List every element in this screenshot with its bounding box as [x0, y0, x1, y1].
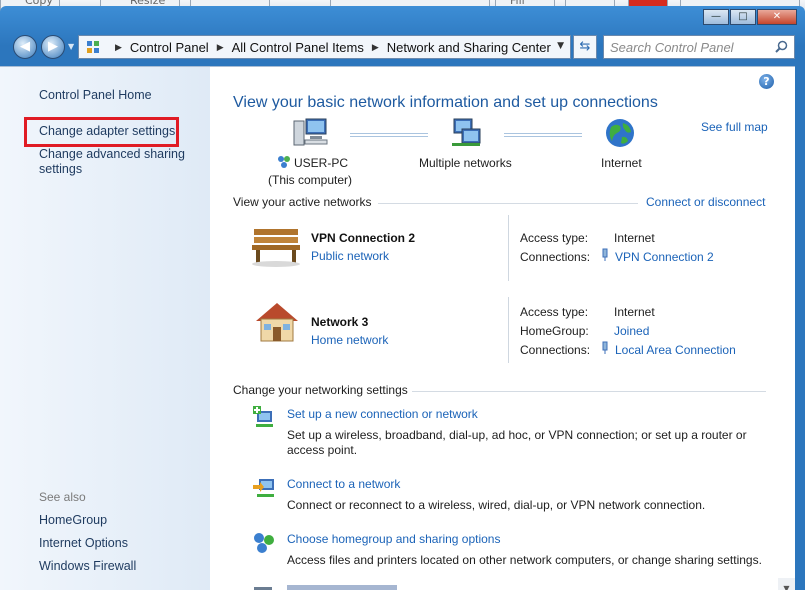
map-connector-line [350, 133, 428, 137]
window-controls: — □ ✕ [702, 9, 797, 25]
help-icon[interactable]: ? [759, 74, 774, 89]
scroll-down-icon[interactable]: ▼ [778, 578, 795, 590]
connections-label: Connections: [520, 343, 591, 357]
address-dropdown-icon[interactable]: ▼ [557, 41, 564, 51]
content-area: Control Panel Home Change adapter settin… [0, 66, 795, 590]
refresh-button[interactable]: ⇆ [573, 35, 597, 59]
computer-name: USER-PC [294, 156, 349, 170]
internet-label: Internet [601, 156, 642, 170]
address-bar[interactable]: ▶ Control Panel ▶ All Control Panel Item… [78, 35, 571, 59]
network-category-link[interactable]: Public network [311, 249, 389, 263]
minimize-button[interactable]: — [703, 9, 729, 25]
recent-pages-dropdown-icon[interactable]: ▼ [68, 42, 74, 51]
network-category-link[interactable]: Home network [311, 333, 388, 347]
connect-or-disconnect-link[interactable]: Connect or disconnect [646, 195, 765, 209]
setup-new-connection-link[interactable]: Set up a new connection or network [287, 407, 478, 421]
back-button[interactable]: ◀ [13, 35, 37, 59]
see-also-heading: See also [39, 490, 86, 504]
breadcrumb-control-panel[interactable]: Control Panel [130, 40, 209, 55]
park-bench-icon [250, 223, 302, 270]
connect-network-icon [252, 475, 276, 502]
computer-label: (This computer) [268, 173, 353, 187]
homegroup-link[interactable]: HomeGroup [39, 513, 107, 528]
troubleshoot-icon [252, 583, 276, 590]
network-divider [508, 297, 509, 363]
multiple-networks-icon [448, 117, 484, 152]
multiple-networks-label: Multiple networks [419, 156, 512, 170]
page-title: View your basic network information and … [233, 94, 658, 111]
change-adapter-settings-link[interactable]: Change adapter settings [39, 124, 175, 139]
close-button[interactable]: ✕ [757, 9, 797, 25]
search-box[interactable] [603, 35, 795, 59]
breadcrumb-all-items[interactable]: All Control Panel Items [232, 40, 364, 55]
new-connection-icon [252, 405, 276, 432]
access-type-label: Access type: [520, 305, 589, 319]
internet-globe-icon [604, 117, 636, 152]
connect-to-network-link[interactable]: Connect to a network [287, 477, 400, 491]
setting-description: Connect or reconnect to a wireless, wire… [287, 498, 706, 512]
computer-icon [292, 117, 328, 152]
forward-button[interactable]: ▶ [41, 35, 65, 59]
user-pc-network-icon [277, 155, 291, 172]
sidebar: Control Panel Home Change adapter settin… [0, 67, 210, 590]
vpn-connection-icon [600, 248, 610, 265]
choose-homegroup-link[interactable]: Choose homegroup and sharing options [287, 532, 500, 546]
see-full-map-link[interactable]: See full map [701, 120, 768, 134]
setting-description: Access files and printers located on oth… [287, 553, 762, 567]
connections-label: Connections: [520, 250, 591, 264]
access-type-label: Access type: [520, 231, 589, 245]
maximize-button[interactable]: □ [730, 9, 756, 25]
setting-description: access point. [287, 443, 358, 457]
setting-description: Set up a wireless, broadband, dial-up, a… [287, 428, 747, 442]
navigation-bar: ◀ ▶ ▼ ▶ Control Panel ▶ All Control Pane… [0, 26, 805, 66]
search-input[interactable] [610, 37, 770, 57]
vpn-connection-link[interactable]: VPN Connection 2 [615, 250, 714, 264]
control-panel-icon [85, 39, 101, 55]
network-name: VPN Connection 2 [311, 231, 416, 245]
ethernet-connection-icon [600, 341, 610, 358]
breadcrumb: ▶ Control Panel ▶ All Control Panel Item… [107, 40, 551, 55]
breadcrumb-chevron-icon[interactable]: ▶ [217, 42, 224, 53]
breadcrumb-network-sharing-center[interactable]: Network and Sharing Center [387, 40, 551, 55]
heading-divider [412, 391, 766, 392]
network-divider [508, 215, 509, 281]
active-networks-heading: View your active networks [233, 195, 372, 209]
heading-divider [378, 203, 638, 204]
home-network-icon [252, 299, 302, 348]
internet-options-link[interactable]: Internet Options [39, 536, 128, 551]
troubleshoot-link[interactable] [287, 585, 397, 590]
main-panel: View your basic network information and … [210, 67, 778, 590]
homegroup-joined-link[interactable]: Joined [614, 324, 649, 338]
breadcrumb-chevron-icon[interactable]: ▶ [372, 42, 379, 53]
control-panel-home-link[interactable]: Control Panel Home [39, 88, 152, 103]
access-type-value: Internet [614, 231, 655, 245]
homegroup-icon [252, 531, 276, 558]
networking-settings-heading: Change your networking settings [233, 383, 408, 397]
homegroup-label: HomeGroup: [520, 324, 589, 338]
windows-firewall-link[interactable]: Windows Firewall [39, 559, 136, 574]
map-connector-line [504, 133, 582, 137]
change-advanced-sharing-link-line2[interactable]: settings [39, 162, 82, 177]
network-name: Network 3 [311, 315, 369, 329]
search-icon[interactable] [775, 40, 788, 56]
access-type-value: Internet [614, 305, 655, 319]
change-advanced-sharing-link[interactable]: Change advanced sharing [39, 147, 185, 162]
local-area-connection-link[interactable]: Local Area Connection [615, 343, 736, 357]
breadcrumb-chevron-icon[interactable]: ▶ [115, 42, 122, 53]
